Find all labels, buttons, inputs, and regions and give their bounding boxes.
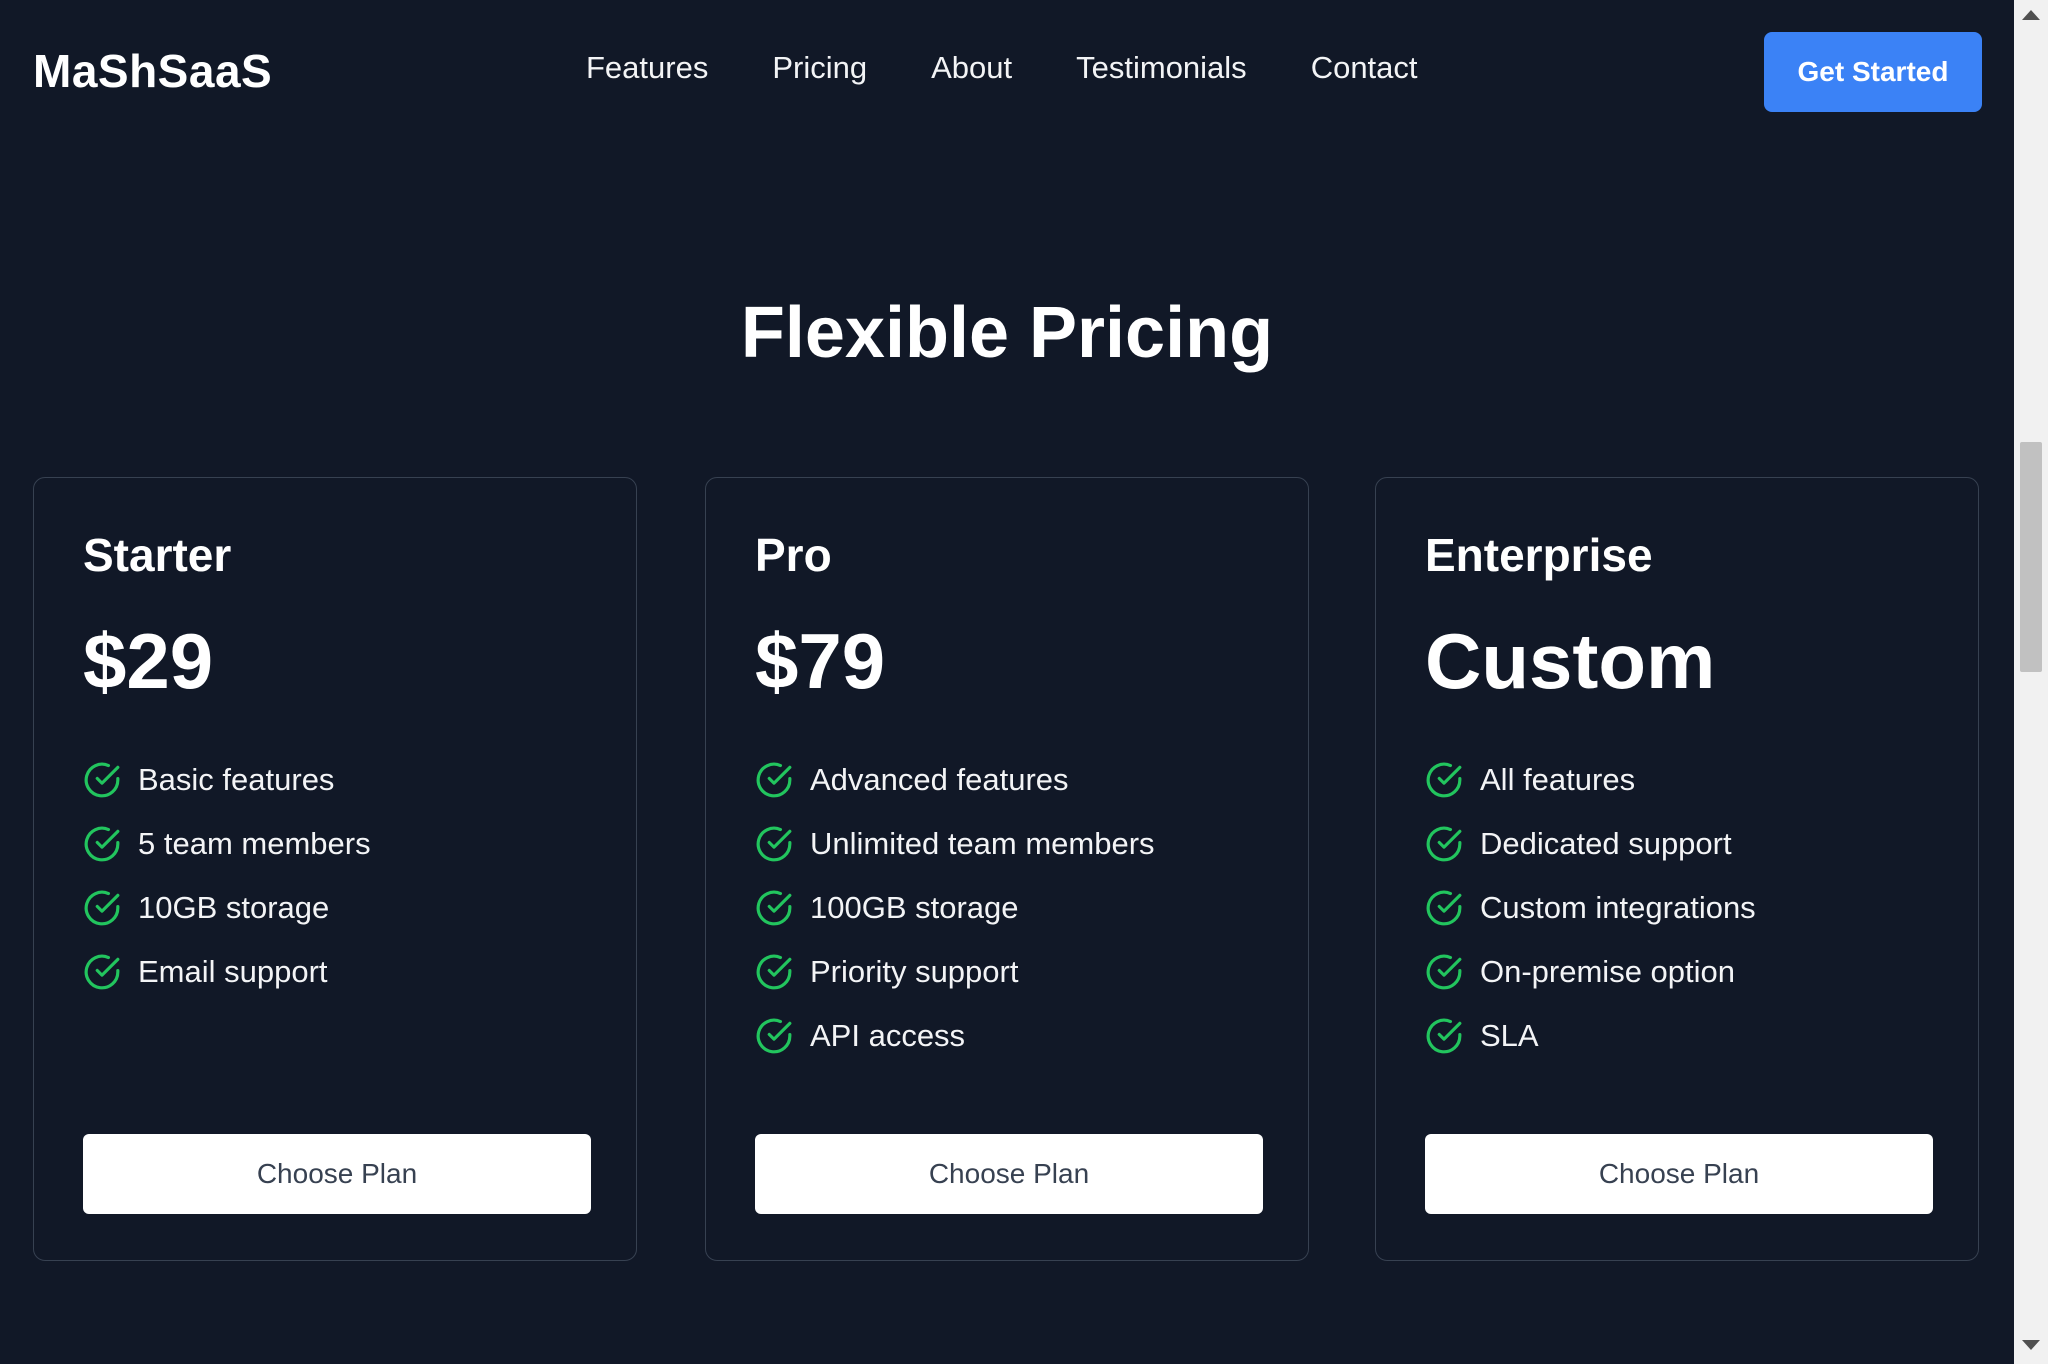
get-started-button[interactable]: Get Started: [1764, 32, 1982, 112]
feature-item: Unlimited team members: [755, 812, 1155, 876]
feature-list: All features Dedicated support Custom in…: [1425, 748, 1756, 1068]
check-circle-icon: [84, 890, 120, 926]
check-circle-icon: [756, 954, 792, 990]
feature-text: API access: [810, 1018, 966, 1053]
nav-link-about[interactable]: About: [931, 50, 1012, 86]
feature-item: On-premise option: [1425, 940, 1756, 1004]
nav-link-pricing[interactable]: Pricing: [772, 50, 867, 86]
feature-item: 10GB storage: [83, 876, 371, 940]
check-circle-icon: [756, 826, 792, 862]
plan-price: Custom: [1425, 617, 1716, 705]
feature-item: Advanced features: [755, 748, 1155, 812]
feature-text: Priority support: [810, 954, 1019, 989]
scrollbar-thumb[interactable]: [2020, 442, 2042, 672]
check-circle-icon: [1426, 826, 1462, 862]
scroll-down-arrow-icon[interactable]: [2022, 1340, 2040, 1350]
feature-text: Basic features: [138, 762, 335, 797]
pricing-card-pro: Pro $79 Advanced features Unlimited team…: [705, 477, 1309, 1261]
choose-plan-button-enterprise[interactable]: Choose Plan: [1425, 1134, 1933, 1214]
feature-item: Basic features: [83, 748, 371, 812]
main-nav: Features Pricing About Testimonials Cont…: [586, 50, 1418, 86]
choose-plan-button-starter[interactable]: Choose Plan: [83, 1134, 591, 1214]
nav-link-features[interactable]: Features: [586, 50, 708, 86]
feature-text: Unlimited team members: [810, 826, 1155, 861]
pricing-card-starter: Starter $29 Basic features 5 team member…: [33, 477, 637, 1261]
choose-plan-button-pro[interactable]: Choose Plan: [755, 1134, 1263, 1214]
feature-item: All features: [1425, 748, 1756, 812]
feature-text: SLA: [1480, 1018, 1539, 1053]
feature-item: Custom integrations: [1425, 876, 1756, 940]
nav-link-testimonials[interactable]: Testimonials: [1076, 50, 1247, 86]
feature-text: On-premise option: [1480, 954, 1736, 989]
feature-text: Email support: [138, 954, 328, 989]
check-circle-icon: [756, 1018, 792, 1054]
feature-item: SLA: [1425, 1004, 1756, 1068]
check-circle-icon: [1426, 954, 1462, 990]
check-circle-icon: [84, 954, 120, 990]
feature-text: Advanced features: [810, 762, 1069, 797]
main-content: MaShSaaS Features Pricing About Testimon…: [0, 0, 2014, 1364]
check-circle-icon: [1426, 762, 1462, 798]
feature-text: 100GB storage: [810, 890, 1019, 925]
check-circle-icon: [1426, 890, 1462, 926]
feature-text: 5 team members: [138, 826, 371, 861]
feature-item: Email support: [83, 940, 371, 1004]
feature-item: 100GB storage: [755, 876, 1155, 940]
feature-item: 5 team members: [83, 812, 371, 876]
check-circle-icon: [84, 826, 120, 862]
feature-text: Dedicated support: [1480, 826, 1732, 861]
check-circle-icon: [84, 762, 120, 798]
feature-list: Basic features 5 team members 10GB stora…: [83, 748, 371, 1004]
feature-item: API access: [755, 1004, 1155, 1068]
check-circle-icon: [756, 890, 792, 926]
scroll-up-arrow-icon[interactable]: [2022, 10, 2040, 20]
brand-logo[interactable]: MaShSaaS: [33, 44, 272, 98]
check-circle-icon: [1426, 1018, 1462, 1054]
feature-text: Custom integrations: [1480, 890, 1756, 925]
plan-name: Pro: [755, 529, 832, 581]
feature-text: All features: [1480, 762, 1636, 797]
pricing-card-enterprise: Enterprise Custom All features Dedicated…: [1375, 477, 1979, 1261]
feature-text: 10GB storage: [138, 890, 330, 925]
plan-price: $29: [83, 617, 214, 705]
plan-name: Starter: [83, 529, 232, 581]
section-title: Flexible Pricing: [740, 293, 1274, 373]
feature-item: Dedicated support: [1425, 812, 1756, 876]
page-scrollbar[interactable]: [2014, 0, 2048, 1364]
nav-link-contact[interactable]: Contact: [1311, 50, 1418, 86]
page: MaShSaaS Features Pricing About Testimon…: [0, 0, 2048, 1364]
feature-item: Priority support: [755, 940, 1155, 1004]
plan-name: Enterprise: [1425, 529, 1653, 581]
feature-list: Advanced features Unlimited team members…: [755, 748, 1155, 1068]
plan-price: $79: [755, 617, 886, 705]
check-circle-icon: [756, 762, 792, 798]
